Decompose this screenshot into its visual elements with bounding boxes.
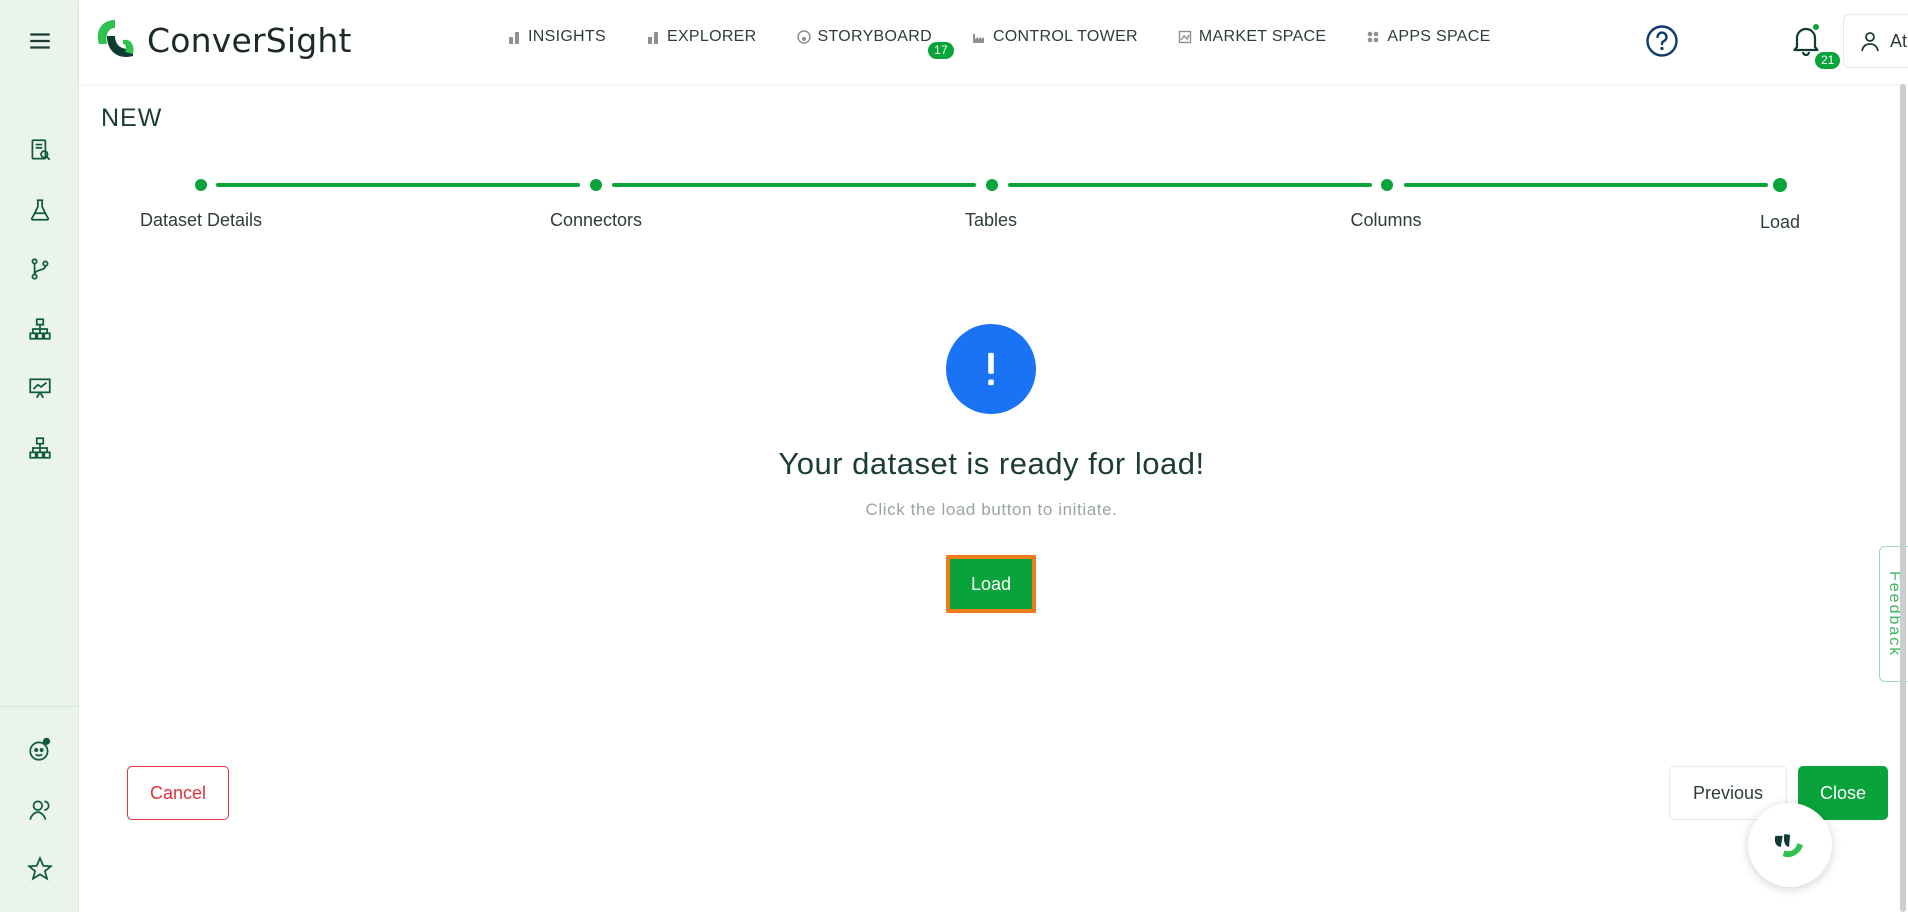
sidebar-divider xyxy=(0,706,79,707)
nav-market-space-label: MARKET SPACE xyxy=(1198,28,1327,45)
step-label-dataset-details: Dataset Details xyxy=(139,210,263,230)
market-icon xyxy=(1178,30,1192,44)
star-icon[interactable] xyxy=(24,853,56,885)
step-connector-line xyxy=(1008,183,1372,187)
users-icon[interactable] xyxy=(24,794,56,826)
help-icon[interactable] xyxy=(1645,24,1679,58)
notification-count-badge: 21 xyxy=(1815,52,1841,69)
ready-title: Your dataset is ready for load! xyxy=(778,446,1205,481)
report-search-icon[interactable] xyxy=(24,134,56,166)
nav-market-space[interactable]: MARKET SPACE xyxy=(1178,28,1326,46)
bar-chart-icon xyxy=(509,32,519,44)
bar-chart-icon xyxy=(647,32,658,44)
step-label-connectors: Connectors xyxy=(549,210,643,230)
ready-subtitle: Click the load button to initiate. xyxy=(865,500,1118,519)
top-header: ConverSight INSIGHTS EXPLORER STORYBOARD… xyxy=(79,0,1908,84)
brand-logo[interactable]: ConverSight xyxy=(93,18,352,62)
step-connector-line xyxy=(612,183,976,187)
palette-icon xyxy=(796,30,811,44)
cancel-button[interactable]: Cancel xyxy=(127,766,229,820)
nav-storyboard[interactable]: STORYBOARD 17 xyxy=(796,28,954,59)
branch-icon[interactable] xyxy=(24,253,56,285)
nav-insights[interactable]: INSIGHTS xyxy=(507,28,606,46)
step-dot-connectors xyxy=(590,179,602,191)
user-menu[interactable]: Athena xyxy=(1843,14,1908,68)
page-title: NEW xyxy=(101,104,163,132)
step-dot-tables xyxy=(986,179,998,191)
user-icon xyxy=(1861,32,1879,52)
step-connector-line xyxy=(1404,183,1768,187)
nav-insights-label: INSIGHTS xyxy=(528,28,606,45)
conversight-logo-icon xyxy=(93,18,139,62)
grid-icon xyxy=(1368,31,1379,43)
assistant-chat-button[interactable] xyxy=(1748,803,1832,887)
load-button[interactable]: Load xyxy=(946,555,1036,613)
nav-control-tower[interactable]: CONTROL TOWER xyxy=(972,28,1138,46)
nav-apps-space-label: APPS SPACE xyxy=(1387,28,1491,45)
step-connector-line xyxy=(216,183,580,187)
hierarchy-icon[interactable] xyxy=(24,313,56,345)
exclamation-icon xyxy=(946,324,1036,414)
step-dot-dataset-details xyxy=(195,179,207,191)
nav-storyboard-label: STORYBOARD xyxy=(817,28,932,45)
step-dot-columns xyxy=(1381,179,1393,191)
wizard-stepper: Dataset Details Connectors Tables Column… xyxy=(140,178,1800,238)
step-label-load: Load xyxy=(1759,212,1801,232)
bot-icon[interactable] xyxy=(24,734,56,766)
flask-icon[interactable] xyxy=(24,194,56,226)
nav-apps-space[interactable]: APPS SPACE xyxy=(1366,28,1490,46)
page-scrollbar[interactable] xyxy=(1900,84,1906,912)
menu-icon[interactable] xyxy=(24,25,56,57)
main-nav: INSIGHTS EXPLORER STORYBOARD 17 CONTROL … xyxy=(507,28,1531,59)
step-label-tables: Tables xyxy=(964,210,1018,230)
notification-bell-icon[interactable]: 21 xyxy=(1791,24,1841,69)
assistant-face-icon xyxy=(1774,834,1803,858)
brand-name: ConverSight xyxy=(147,20,352,60)
presentation-chart-icon[interactable] xyxy=(24,372,56,404)
nav-control-tower-label: CONTROL TOWER xyxy=(992,28,1138,45)
nav-explorer-label: EXPLORER xyxy=(666,28,757,45)
step-dot-load xyxy=(1773,178,1787,192)
nav-explorer[interactable]: EXPLORER xyxy=(646,28,757,46)
storyboard-badge: 17 xyxy=(928,42,954,59)
factory-icon xyxy=(972,34,984,43)
step-label-columns: Columns xyxy=(1350,210,1422,230)
user-name: Athena xyxy=(1890,30,1908,51)
